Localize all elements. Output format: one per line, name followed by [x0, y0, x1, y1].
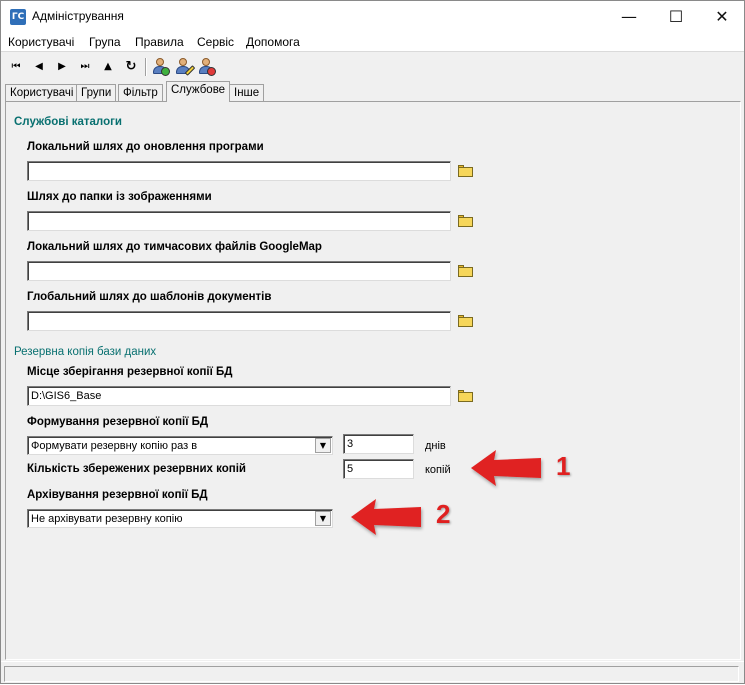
- up-button[interactable]: ▲: [98, 58, 118, 76]
- minimize-icon: —: [621, 7, 637, 26]
- edit-user-icon[interactable]: [175, 58, 196, 76]
- chevron-down-icon[interactable]: ▼: [315, 511, 331, 526]
- update-path-label: Локальний шлях до оновлення програми: [27, 141, 264, 153]
- prev-record-button[interactable]: ◀: [29, 58, 49, 76]
- annotation-label-2: 2: [436, 499, 451, 529]
- last-record-button[interactable]: ⏭: [75, 58, 95, 76]
- toolbar-separator: [145, 58, 147, 76]
- menu-help[interactable]: Допомога: [246, 35, 300, 49]
- annotation-label-1: 1: [556, 451, 571, 481]
- backup-formation-label: Формування резервної копії БД: [27, 416, 209, 428]
- first-record-button[interactable]: ⏮: [6, 58, 26, 76]
- images-path-label: Шлях до папки із зображеннями: [27, 191, 212, 203]
- backup-location-input[interactable]: D:\GIS6_Base: [27, 386, 451, 406]
- folder-open-icon[interactable]: [458, 265, 474, 277]
- section-service-catalogs: Службові каталоги: [14, 116, 122, 128]
- folder-open-icon[interactable]: [458, 390, 474, 402]
- tab-users[interactable]: Користувачі: [5, 84, 79, 102]
- next-record-icon: ▶: [58, 61, 66, 72]
- toolbar: ⏮ ◀ ▶ ⏭ ▲ ↻: [1, 53, 744, 81]
- days-unit-label: днів: [425, 440, 446, 452]
- templates-path-input[interactable]: [27, 311, 451, 331]
- folder-open-icon[interactable]: [458, 315, 474, 327]
- delete-user-icon[interactable]: [198, 58, 216, 76]
- backup-count-label: Кількість збережених резервних копій: [27, 463, 246, 475]
- copies-unit-label: копій: [425, 464, 451, 476]
- backup-archive-select[interactable]: Не архівувати резервну копію ▼: [27, 509, 333, 528]
- googlemap-path-input[interactable]: [27, 261, 451, 281]
- next-record-button[interactable]: ▶: [52, 58, 72, 76]
- backup-days-input[interactable]: 3: [343, 434, 414, 454]
- section-backup: Резервна копія бази даних: [14, 346, 157, 358]
- update-path-input[interactable]: [27, 161, 451, 181]
- backup-archive-value: Не архівувати резервну копію: [31, 513, 183, 525]
- menu-rules[interactable]: Правила: [135, 35, 184, 49]
- tab-service[interactable]: Службове: [166, 81, 231, 102]
- tab-filter[interactable]: Фільтр: [118, 84, 163, 102]
- window-title: Адміністрування: [32, 9, 124, 23]
- folder-open-icon[interactable]: [458, 215, 474, 227]
- backup-frequency-select[interactable]: Формувати резервну копію раз в ▼: [27, 436, 333, 455]
- menu-service[interactable]: Сервіс: [197, 35, 234, 49]
- app-icon: ГС: [10, 9, 26, 25]
- backup-location-label: Місце зберігання резервної копії БД: [27, 366, 233, 378]
- tab-groups[interactable]: Групи: [76, 84, 117, 102]
- backup-count-input[interactable]: 5: [343, 459, 414, 479]
- title-bar: ГС Адміністрування — ☐ ✕: [1, 1, 744, 32]
- backup-archive-label: Архівування резервної копії БД: [27, 489, 208, 501]
- tab-other[interactable]: Інше: [229, 84, 265, 102]
- prev-record-icon: ◀: [35, 61, 43, 72]
- service-panel: Службові каталоги Локальний шлях до онов…: [5, 101, 741, 660]
- status-pane: [4, 666, 739, 682]
- admin-window: ГС Адміністрування — ☐ ✕ Користувачі Гру…: [0, 0, 745, 684]
- menu-bar: Користувачі Група Правила Сервіс Допомог…: [1, 32, 744, 52]
- folder-open-icon[interactable]: [458, 165, 474, 177]
- backup-frequency-value: Формувати резервну копію раз в: [31, 440, 198, 452]
- close-button[interactable]: ✕: [699, 1, 745, 32]
- images-path-input[interactable]: [27, 211, 451, 231]
- menu-users[interactable]: Користувачі: [8, 35, 74, 49]
- chevron-down-icon[interactable]: ▼: [315, 438, 331, 453]
- add-user-icon[interactable]: [152, 58, 170, 76]
- refresh-button[interactable]: ↻: [121, 58, 141, 76]
- menu-group[interactable]: Група: [89, 35, 121, 49]
- minimize-button[interactable]: —: [606, 1, 652, 32]
- last-record-icon: ⏭: [80, 61, 90, 72]
- maximize-icon: ☐: [668, 7, 684, 26]
- templates-path-label: Глобальний шлях до шаблонів документів: [27, 291, 272, 303]
- maximize-button[interactable]: ☐: [653, 1, 699, 32]
- close-icon: ✕: [715, 7, 729, 26]
- refresh-icon: ↻: [125, 59, 137, 74]
- googlemap-path-label: Локальний шлях до тимчасових файлів Goog…: [27, 241, 322, 253]
- status-bar: [1, 661, 744, 683]
- first-record-icon: ⏮: [11, 61, 21, 72]
- up-icon: ▲: [104, 61, 112, 72]
